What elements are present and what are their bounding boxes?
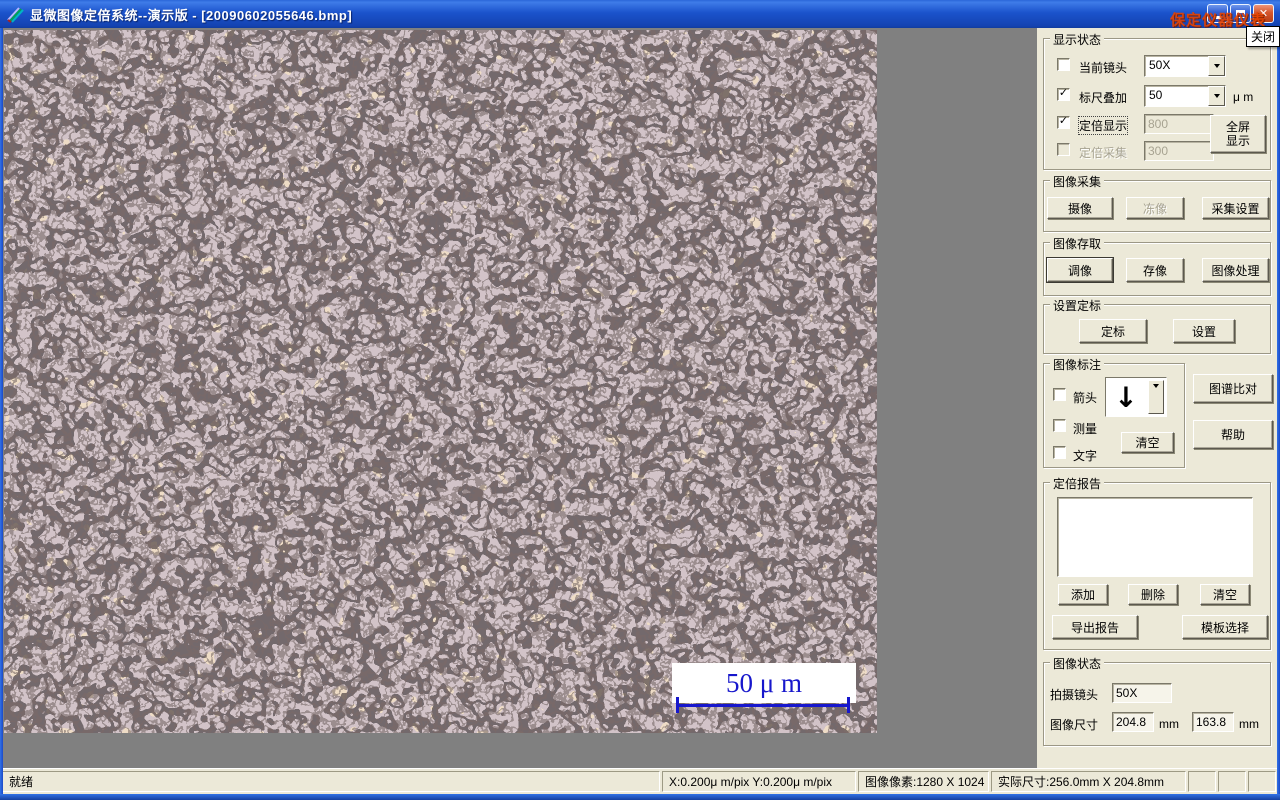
- status-ready-text: 就绪: [9, 775, 34, 789]
- calibrate-button[interactable]: 定标: [1079, 319, 1147, 343]
- image-width-unit: mm: [1159, 717, 1179, 731]
- title-bar: 显微图像定倍系统--演示版 - [20090602055646.bmp] ✕: [0, 0, 1280, 28]
- current-lens-checkbox[interactable]: [1057, 58, 1070, 71]
- arrow-style-dropdown-button[interactable]: [1148, 380, 1164, 414]
- micrograph-image[interactable]: 50 μ m: [4, 30, 877, 733]
- ruler-overlay-label: 标尺叠加: [1079, 91, 1128, 105]
- status-actual-size: 实际尺寸:256.0mm X 204.8mm: [991, 771, 1186, 792]
- current-lens-value: 50X: [1149, 58, 1171, 72]
- shooting-lens-field[interactable]: [1112, 683, 1172, 703]
- status-empty-cell: [1218, 771, 1246, 792]
- load-image-button[interactable]: 调像: [1047, 258, 1113, 282]
- scalebar-tick-left: [676, 697, 679, 713]
- image-height-field[interactable]: [1192, 712, 1234, 732]
- ruler-overlay-checkbox[interactable]: [1057, 88, 1070, 101]
- group-annotation-label: 图像标注: [1050, 356, 1105, 373]
- export-report-button[interactable]: 导出报告: [1052, 615, 1138, 639]
- fixed-capture-checkbox: [1057, 143, 1070, 156]
- group-image-status-label: 图像状态: [1050, 655, 1105, 672]
- status-pixels-text: 图像像素:1280 X 1024: [865, 775, 985, 789]
- scalebar-line: [677, 704, 849, 707]
- report-listbox[interactable]: [1057, 497, 1253, 577]
- scalebar-text: 50 μ m: [726, 667, 802, 698]
- atlas-compare-button[interactable]: 图谱比对: [1193, 374, 1273, 403]
- fixed-capture-input: [1144, 141, 1214, 161]
- measure-checkbox[interactable]: [1053, 419, 1066, 432]
- group-image-storage-label: 图像存取: [1050, 235, 1105, 252]
- status-bar: 就绪 X:0.200μ m/pix Y:0.200μ m/pix 图像像素:12…: [0, 768, 1280, 794]
- status-empty-cell: [1188, 771, 1216, 792]
- report-clear-button[interactable]: 清空: [1200, 584, 1250, 605]
- arrow-style-dropdown[interactable]: ↓: [1105, 377, 1167, 417]
- text-checkbox-label: 文字: [1073, 449, 1098, 463]
- fixed-display-label: 定倍显示: [1077, 116, 1129, 135]
- group-calibration-label: 设置定标: [1050, 297, 1105, 314]
- freeze-button: 冻像: [1126, 197, 1184, 219]
- down-arrow-icon: ↓: [1114, 380, 1138, 414]
- window-border-left: [0, 28, 3, 800]
- ruler-unit-label: μ m: [1233, 90, 1254, 104]
- current-lens-label: 当前镜头: [1079, 61, 1128, 75]
- scalebar-label-box: 50 μ m: [672, 663, 856, 703]
- chevron-down-icon: [1213, 94, 1220, 101]
- help-button[interactable]: 帮助: [1193, 420, 1273, 449]
- fixed-display-checkbox[interactable]: [1057, 116, 1070, 129]
- fullscreen-button[interactable]: 全屏 显示: [1210, 115, 1266, 153]
- image-size-label: 图像尺寸: [1050, 718, 1099, 732]
- window-border-bottom: [0, 794, 1280, 800]
- clear-annotation-button[interactable]: 清空: [1121, 432, 1174, 453]
- window-title: 显微图像定倍系统--演示版 - [20090602055646.bmp]: [30, 7, 353, 23]
- arrow-checkbox[interactable]: [1053, 388, 1066, 401]
- ruler-value: 50: [1149, 88, 1163, 102]
- app-window: 显微图像定倍系统--演示版 - [20090602055646.bmp] ✕ 保…: [0, 0, 1280, 800]
- template-select-button[interactable]: 模板选择: [1182, 615, 1268, 639]
- status-pixels: 图像像素:1280 X 1024: [858, 771, 989, 792]
- fullscreen-button-line1: 全屏: [1225, 120, 1250, 134]
- chevron-down-icon: [1153, 384, 1159, 391]
- group-image-capture-label: 图像采集: [1050, 173, 1105, 190]
- ruler-dropdown-button[interactable]: [1208, 86, 1225, 106]
- status-actual-size-text: 实际尺寸:256.0mm X 204.8mm: [998, 775, 1165, 789]
- fullscreen-button-line2: 显示: [1225, 134, 1250, 148]
- status-empty-cell: [1248, 771, 1276, 792]
- client-area: 50 μ m 显示状态 当前镜头 50X 标尺叠加 50: [3, 28, 1277, 768]
- group-image-status: 图像状态: [1043, 655, 1271, 746]
- group-report-label: 定倍报告: [1050, 475, 1105, 492]
- ruler-value-dropdown[interactable]: 50: [1144, 85, 1226, 107]
- report-delete-button[interactable]: 删除: [1128, 584, 1178, 605]
- save-image-button[interactable]: 存像: [1126, 258, 1184, 282]
- fixed-display-input: [1144, 114, 1214, 134]
- control-panel: 显示状态 当前镜头 50X 标尺叠加 50 μ m 定倍显示 定倍采集 全屏: [1037, 28, 1277, 768]
- close-tooltip: 关闭: [1246, 26, 1280, 47]
- image-width-field[interactable]: [1112, 712, 1154, 732]
- status-resolution: X:0.200μ m/pix Y:0.200μ m/pix: [662, 771, 856, 792]
- group-display-status-label: 显示状态: [1050, 31, 1105, 48]
- capture-settings-button[interactable]: 采集设置: [1202, 197, 1269, 219]
- app-icon: [7, 7, 24, 23]
- current-lens-dropdown[interactable]: 50X: [1144, 55, 1226, 77]
- report-add-button[interactable]: 添加: [1058, 584, 1108, 605]
- image-process-button[interactable]: 图像处理: [1202, 258, 1269, 282]
- current-lens-dropdown-button[interactable]: [1208, 56, 1225, 76]
- arrow-checkbox-label: 箭头: [1073, 391, 1098, 405]
- fixed-capture-label: 定倍采集: [1079, 146, 1128, 160]
- capture-button[interactable]: 摄像: [1047, 197, 1113, 219]
- scalebar-tick-right: [847, 697, 850, 713]
- group-calibration: 设置 定标: [1043, 297, 1271, 354]
- text-checkbox[interactable]: [1053, 446, 1066, 459]
- chevron-down-icon: [1213, 64, 1220, 71]
- status-ready: 就绪: [2, 771, 660, 792]
- calibration-settings-button[interactable]: 设置: [1173, 319, 1235, 343]
- measure-checkbox-label: 测量: [1073, 422, 1098, 436]
- image-canvas-background: 50 μ m: [3, 28, 1037, 768]
- micrograph-texture: [4, 30, 877, 733]
- shooting-lens-label: 拍摄镜头: [1050, 688, 1099, 702]
- status-resolution-text: X:0.200μ m/pix Y:0.200μ m/pix: [669, 774, 833, 789]
- image-height-unit: mm: [1239, 717, 1259, 731]
